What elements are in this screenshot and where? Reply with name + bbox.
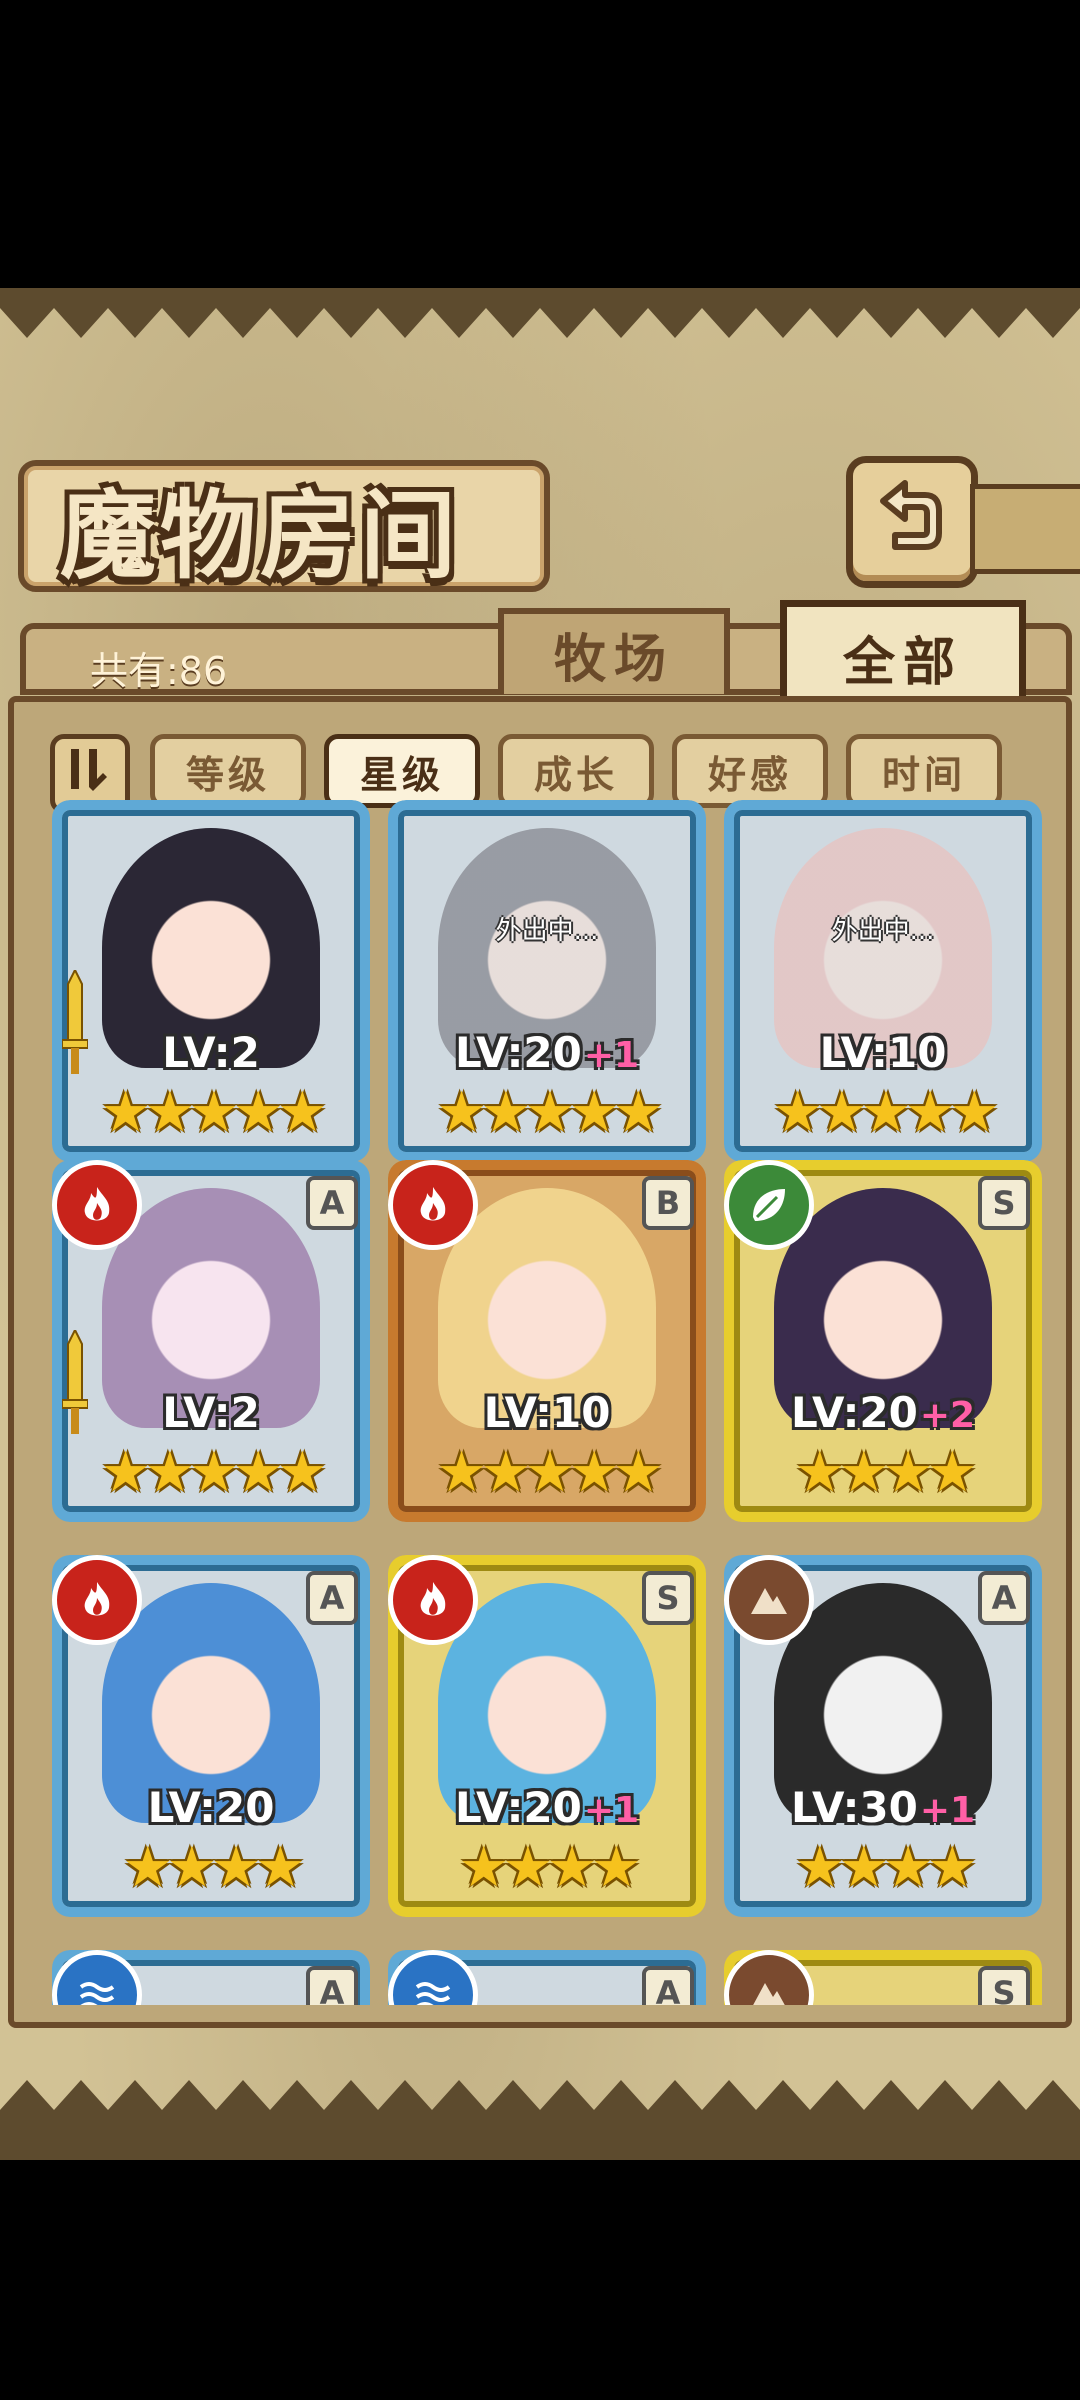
- rank-badge: A: [978, 1571, 1030, 1625]
- level-label: LV:2: [52, 1388, 370, 1437]
- star-rating: ★★★★★: [100, 1080, 327, 1145]
- level-value: LV:2: [162, 1388, 260, 1437]
- level-value: LV:10: [483, 1388, 611, 1437]
- fire-element-icon: [388, 1160, 478, 1250]
- level-value: LV:20: [147, 1783, 275, 1832]
- level-value: LV:20: [790, 1388, 918, 1437]
- monster-count: 共有:86: [90, 649, 228, 693]
- zigzag-top-border: [0, 288, 1080, 338]
- monster-card[interactable]: B LV:10 ★★★★★: [388, 1160, 706, 1522]
- sort-affection-button[interactable]: 好感: [672, 734, 828, 808]
- monster-card[interactable]: 外出中... LV:10 ★★★★★: [724, 800, 1042, 1162]
- rank-badge: S: [642, 1571, 694, 1625]
- level-value: LV:2: [162, 1028, 260, 1077]
- star-rating: ★★★★: [794, 1440, 978, 1505]
- level-label: LV:20+1: [388, 1028, 706, 1077]
- leaf-element-icon: [724, 1160, 814, 1250]
- star-rating: ★★★★★: [436, 1080, 663, 1145]
- monster-card[interactable]: A LV:20 ★★★★: [52, 1555, 370, 1917]
- monster-card: A: [388, 1950, 706, 2005]
- rank-badge: A: [306, 1571, 358, 1625]
- monster-card[interactable]: A LV:2 ★★★★★: [52, 1160, 370, 1522]
- level-label: LV:10: [388, 1388, 706, 1437]
- star-rating: ★★★★: [122, 1835, 306, 1900]
- monster-card[interactable]: A LV:30+1 ★★★★: [724, 1555, 1042, 1917]
- header-strip: [970, 484, 1080, 574]
- level-label: LV:20+1: [388, 1783, 706, 1832]
- monster-card[interactable]: S LV:20+1 ★★★★: [388, 1555, 706, 1917]
- level-label: LV:2: [52, 1028, 370, 1077]
- monster-card-partial[interactable]: A: [52, 1950, 370, 2005]
- rank-badge: A: [642, 1966, 694, 2005]
- star-rating: ★★★★: [794, 1835, 978, 1900]
- level-value: LV:10: [819, 1028, 947, 1077]
- monster-card[interactable]: 外出中... LV:20+1 ★★★★★: [388, 800, 706, 1162]
- rock-element-icon: [724, 1555, 814, 1645]
- rank-badge: B: [642, 1176, 694, 1230]
- level-value: LV:20: [454, 1783, 582, 1832]
- monster-card[interactable]: LV:2 ★★★★★: [52, 800, 370, 1162]
- away-status: 外出中...: [495, 916, 599, 946]
- level-label: LV:20: [52, 1783, 370, 1832]
- monster-card: A: [52, 1950, 370, 2005]
- sort-level-button[interactable]: 等级: [150, 734, 306, 808]
- back-button[interactable]: [846, 456, 978, 588]
- level-label: LV:10: [724, 1028, 1042, 1077]
- rank-badge: S: [978, 1176, 1030, 1230]
- back-arrow-icon: [880, 480, 942, 550]
- level-bonus: +1: [919, 1790, 976, 1831]
- level-bonus: +1: [583, 1035, 640, 1076]
- monster-card-partial[interactable]: S: [724, 1950, 1042, 2005]
- level-label: LV:30+1: [724, 1783, 1042, 1832]
- sort-growth-button[interactable]: 成长: [498, 734, 654, 808]
- monster-card[interactable]: S LV:20+2 ★★★★: [724, 1160, 1042, 1522]
- star-rating: ★★★★★: [100, 1440, 327, 1505]
- away-status: 外出中...: [831, 916, 935, 946]
- fire-element-icon: [52, 1160, 142, 1250]
- star-rating: ★★★★★: [436, 1440, 663, 1505]
- zigzag-bottom-border: [0, 2080, 1080, 2160]
- star-rating: ★★★★★: [772, 1080, 999, 1145]
- star-rating: ★★★★: [458, 1835, 642, 1900]
- level-bonus: +1: [583, 1790, 640, 1831]
- rank-badge: A: [306, 1176, 358, 1230]
- sort-star-button[interactable]: 星级: [324, 734, 480, 808]
- fire-element-icon: [388, 1555, 478, 1645]
- rank-badge: A: [306, 1966, 358, 2005]
- sort-time-button[interactable]: 时间: [846, 734, 1002, 808]
- level-label: LV:20+2: [724, 1388, 1042, 1437]
- monster-card-partial[interactable]: A: [388, 1950, 706, 2005]
- fire-element-icon: [52, 1555, 142, 1645]
- rank-badge: S: [978, 1966, 1030, 2005]
- sort-order-icon: [71, 749, 107, 791]
- monster-card: S: [724, 1950, 1042, 2005]
- level-value: LV:20: [454, 1028, 582, 1077]
- page-title: 魔物房间: [60, 479, 460, 592]
- level-value: LV:30: [790, 1783, 918, 1832]
- level-bonus: +2: [919, 1395, 976, 1436]
- tab-ranch[interactable]: 牧场: [498, 608, 730, 694]
